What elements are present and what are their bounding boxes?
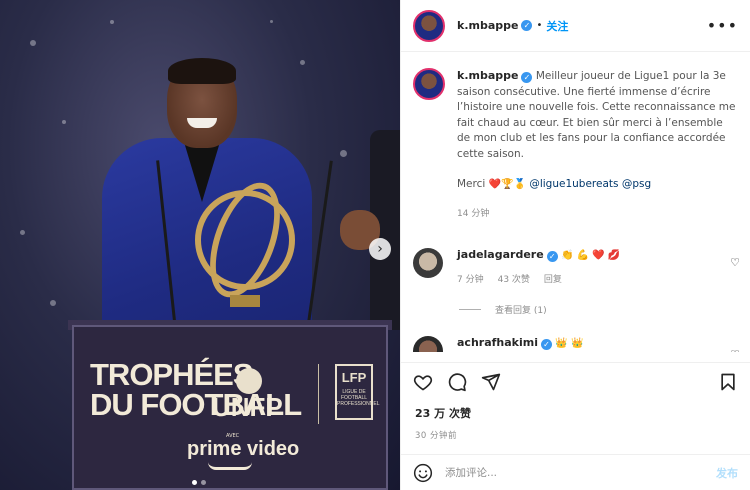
caption-username[interactable]: k.mbappe [457,69,518,82]
comment-time: 7 分钟 [457,275,484,285]
comment-username[interactable]: jadelagardere [457,248,544,261]
verified-icon: ✓ [546,251,558,262]
caption-text-block: k.mbappe ✓ Meilleur joueur de Ligue1 pour… [457,68,738,222]
share-icon[interactable] [481,372,501,392]
replies-line [459,309,481,310]
next-image-button[interactable]: › [369,238,391,260]
caption-text: Meilleur joueur de Ligue1 pour la 3e sai… [457,70,736,160]
post-photo[interactable]: TROPHÉES DU FOOTBALL UNFP LFP LIGUE DE F… [0,0,400,490]
carousel-dot [201,480,206,485]
avatar[interactable] [413,68,445,100]
heart-icon[interactable] [413,372,433,392]
caption-merci: Merci [457,178,486,190]
logo-divider [318,364,319,424]
bokeh-light [50,300,56,306]
view-replies-button[interactable]: 查看回复 (1) [459,303,750,316]
comment-item: achrafhakimi✓ 👑 👑 ♡ [401,336,750,352]
bokeh-light [110,20,114,24]
lfp-text: LFP [341,370,367,385]
bokeh-light [62,120,66,124]
unfp-logo: UNFP [212,392,283,422]
follow-button[interactable]: 关注 [546,18,568,34]
verified-icon: ✓ [540,339,552,350]
comment-username[interactable]: achrafhakimi [457,336,538,349]
comment-text: 👏 💪 ❤️ 💋 [561,250,621,261]
comment-item: jadelagardere ✓ 👏 💪 ❤️ 💋 7 分钟 43 次赞 回复 ♡ [401,248,750,287]
bokeh-light [30,40,36,46]
bokeh-light [20,230,25,235]
mention-link[interactable]: @ligue1ubereats [529,178,618,190]
comment-text: 👑 👑 [555,338,584,349]
action-bar [401,362,750,400]
lfp-logo: LFP LIGUE DE FOOTBALL PROFESSIONNEL [335,364,380,420]
prime-video-logo: prime video [187,438,300,460]
add-comment-bar: 发布 [401,454,750,490]
header-username[interactable]: k.mbappe [457,19,518,32]
dot-separator: • [536,20,543,31]
lfp-small-text: LIGUE DE FOOTBALL PROFESSIONNEL [337,389,380,407]
caption-thanks-line: Merci ❤️🏆🥇 @ligue1ubereats @psg [457,177,738,193]
player-hair [168,58,236,84]
comment-input[interactable] [445,466,685,479]
trophy-base [230,295,260,307]
comment-heart-icon[interactable]: ♡ [730,348,740,352]
bokeh-light [340,150,347,157]
unfp-ball-logo [236,368,262,394]
avatar[interactable] [413,336,443,352]
podium-title-line1: TROPHÉES [90,357,254,392]
chevron-right-icon: › [377,241,383,257]
comment-heart-icon[interactable]: ♡ [730,256,740,269]
comment-meta: 7 分钟 43 次赞 回复 [457,273,620,287]
more-options-icon[interactable]: ••• [707,16,738,35]
view-replies-label: 查看回复 (1) [495,306,547,316]
bookmark-icon[interactable] [718,372,738,392]
post-header: k.mbappe ✓ • 关注 ••• [401,0,750,52]
carousel-dots [192,480,206,485]
verified-icon: ✓ [521,72,533,83]
avatar[interactable] [413,248,443,278]
comment-body: achrafhakimi ✓ 👑 👑 [457,336,583,352]
prime-smile-arrow [208,462,252,470]
comment-body: jadelagardere ✓ 👏 💪 ❤️ 💋 7 分钟 43 次赞 回复 [457,248,620,287]
emoji-icon[interactable] [413,463,433,483]
verified-icon: ✓ [521,20,533,31]
likes-count[interactable]: 23 万 次赞 [415,405,471,421]
mention-link[interactable]: @psg [622,178,651,190]
carousel-dot-active [192,480,197,485]
reply-button[interactable]: 回复 [544,273,562,287]
comment-likes[interactable]: 43 次赞 [498,273,530,287]
bokeh-light [270,20,273,23]
post-comment-button[interactable]: 发布 [716,465,738,481]
comment-icon[interactable] [447,372,467,392]
caption-emojis: ❤️🏆🥇 [488,179,526,190]
trophy [190,173,300,320]
avatar[interactable] [413,9,445,42]
caption-time: 14 分钟 [457,208,490,219]
post-caption: k.mbappe ✓ Meilleur joueur de Ligue1 pour… [401,52,750,222]
post-side-panel: k.mbappe ✓ • 关注 ••• k.mbappe ✓ Meilleur j… [400,0,750,490]
post-time: 30 分钟前 [415,431,458,441]
